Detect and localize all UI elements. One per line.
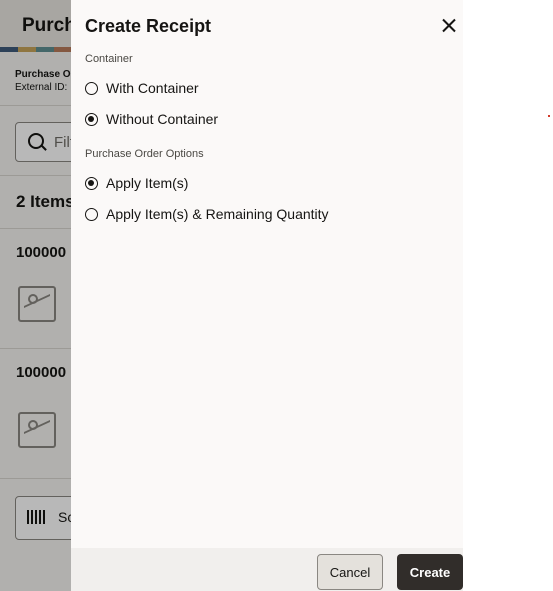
drawer-title: Create Receipt bbox=[85, 16, 212, 36]
radio-apply-items[interactable]: Apply Item(s) bbox=[85, 172, 188, 194]
radio-label: Without Container bbox=[106, 111, 219, 127]
radio-button-icon bbox=[85, 81, 98, 95]
close-icon[interactable] bbox=[438, 15, 460, 37]
stray-marker bbox=[548, 115, 550, 117]
radio-with-container[interactable]: With Container bbox=[85, 77, 199, 99]
create-receipt-drawer: Create Receipt Container With Container … bbox=[71, 0, 463, 591]
create-button[interactable]: Create bbox=[397, 554, 463, 590]
radio-without-container[interactable]: Without Container bbox=[85, 108, 218, 130]
po-options-section-label: Purchase Order Options bbox=[85, 148, 204, 160]
cancel-button[interactable]: Cancel bbox=[317, 554, 383, 590]
drawer-footer: Cancel Create bbox=[71, 548, 463, 591]
radio-apply-items-remaining-quantity[interactable]: Apply Item(s) & Remaining Quantity bbox=[85, 203, 329, 225]
radio-button-checked-icon bbox=[85, 176, 98, 190]
radio-label: Apply Item(s) & Remaining Quantity bbox=[106, 206, 329, 222]
radio-label: With Container bbox=[106, 80, 199, 96]
container-section-label: Container bbox=[85, 53, 133, 65]
radio-label: Apply Item(s) bbox=[106, 175, 189, 191]
radio-button-icon bbox=[85, 207, 98, 221]
radio-button-checked-icon bbox=[85, 112, 98, 126]
